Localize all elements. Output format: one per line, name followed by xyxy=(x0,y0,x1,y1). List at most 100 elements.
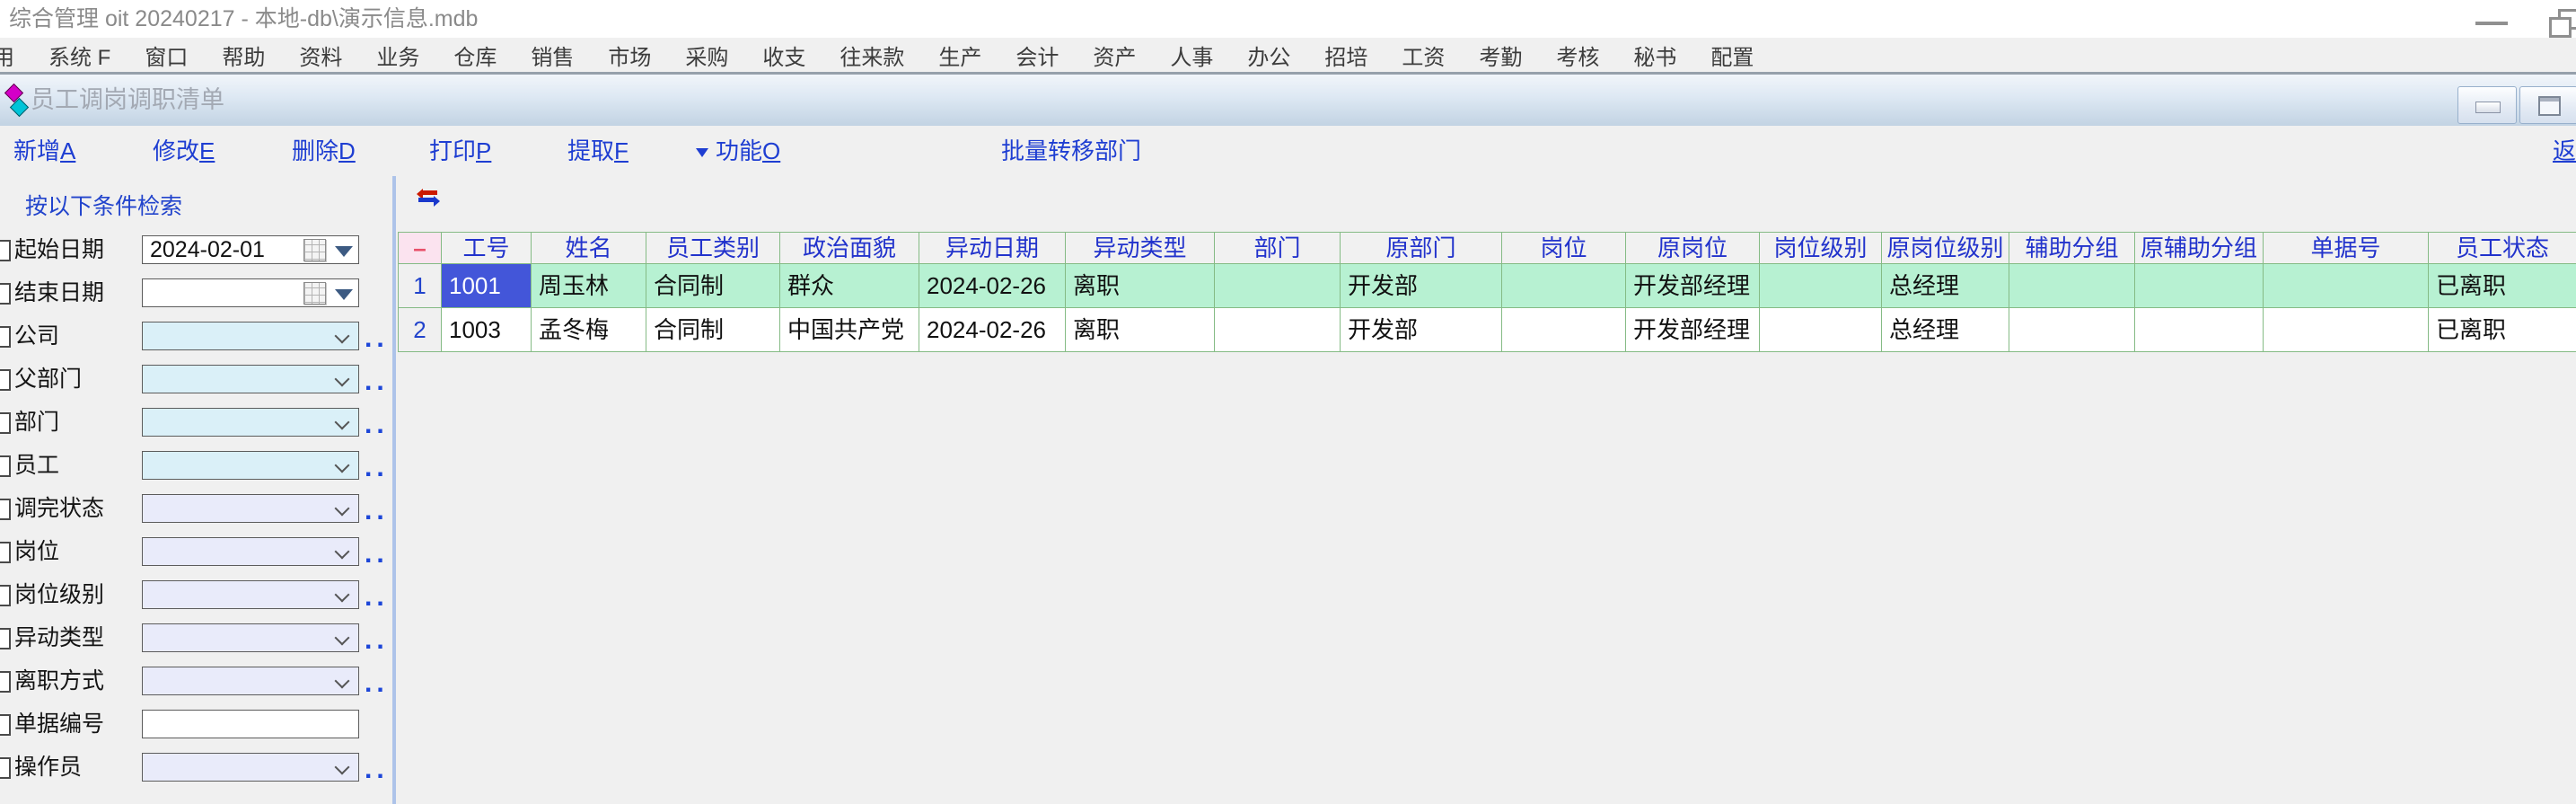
filter-checkbox[interactable] xyxy=(0,542,11,563)
menu-item-10[interactable]: 采购 xyxy=(668,40,745,71)
more-options-button[interactable]: .. xyxy=(365,496,389,526)
combo-select[interactable] xyxy=(142,365,359,393)
panel-splitter[interactable] xyxy=(392,176,396,804)
table-row[interactable]: 11001周玉林合同制群众2024-02-26离职开发部开发部经理总经理已离职 xyxy=(399,264,2576,308)
table-cell[interactable]: 1003 xyxy=(442,308,532,352)
minimize-icon[interactable] xyxy=(2475,22,2508,25)
grid-header-cell[interactable]: – xyxy=(399,233,442,264)
grid-header-cell[interactable]: 员工类别 xyxy=(646,233,780,264)
return-button[interactable]: 返 xyxy=(2553,126,2576,176)
grid-header-cell[interactable]: 单据号 xyxy=(2264,233,2429,264)
calendar-icon[interactable] xyxy=(303,282,326,305)
filter-checkbox[interactable] xyxy=(0,714,11,736)
table-cell[interactable]: 中国共产党 xyxy=(780,308,919,352)
menu-item-22[interactable]: 秘书 xyxy=(1616,40,1693,71)
table-cell[interactable]: 孟冬梅 xyxy=(532,308,646,352)
toolbar-button-f[interactable]: 提取F xyxy=(567,126,629,176)
menu-item-13[interactable]: 生产 xyxy=(921,40,998,71)
table-cell[interactable] xyxy=(1760,308,1882,352)
restore-icon[interactable] xyxy=(2549,17,2572,38)
combo-select[interactable] xyxy=(142,623,359,652)
table-row[interactable]: 21003孟冬梅合同制中国共产党2024-02-26离职开发部开发部经理总经理已… xyxy=(399,308,2576,352)
menu-item-17[interactable]: 办公 xyxy=(1230,40,1307,71)
toolbar-button-p[interactable]: 打印P xyxy=(429,126,491,176)
chevron-down-icon[interactable] xyxy=(335,415,350,430)
date-input[interactable] xyxy=(142,278,359,307)
table-cell[interactable] xyxy=(2135,308,2264,352)
grid-header-cell[interactable]: 员工状态 xyxy=(2429,233,2576,264)
table-cell[interactable]: 开发部经理 xyxy=(1626,264,1760,308)
more-options-button[interactable]: .. xyxy=(365,539,389,570)
menu-item-21[interactable]: 考核 xyxy=(1539,40,1616,71)
date-dropdown-icon[interactable] xyxy=(335,246,353,257)
menu-item-5[interactable]: 资料 xyxy=(282,40,359,71)
table-cell[interactable]: 总经理 xyxy=(1882,264,2009,308)
filter-checkbox[interactable] xyxy=(0,326,11,348)
more-options-button[interactable]: .. xyxy=(365,582,389,613)
grid-header-cell[interactable]: 原辅助分组 xyxy=(2135,233,2264,264)
filter-checkbox[interactable] xyxy=(0,499,11,520)
date-input[interactable]: 2024-02-01 xyxy=(142,235,359,264)
table-cell[interactable]: 离职 xyxy=(1066,308,1215,352)
toolbar-button-e[interactable]: 修改E xyxy=(153,126,215,176)
table-cell[interactable]: 1001 xyxy=(442,264,532,308)
combo-select[interactable] xyxy=(142,667,359,695)
menu-item-18[interactable]: 招培 xyxy=(1307,40,1385,71)
grid-header-cell[interactable]: 岗位 xyxy=(1502,233,1626,264)
grid-header-cell[interactable]: 工号 xyxy=(442,233,532,264)
table-cell[interactable]: 合同制 xyxy=(646,264,780,308)
more-options-button[interactable]: .. xyxy=(365,625,389,656)
table-cell[interactable]: 已离职 xyxy=(2429,308,2576,352)
menu-item-6[interactable]: 业务 xyxy=(359,40,436,71)
table-cell[interactable]: 2024-02-26 xyxy=(919,308,1066,352)
chevron-down-icon[interactable] xyxy=(335,501,350,517)
more-options-button[interactable]: .. xyxy=(365,755,389,785)
grid-header-cell[interactable]: 岗位级别 xyxy=(1760,233,1882,264)
menu-item-7[interactable]: 仓库 xyxy=(436,40,514,71)
menu-item-19[interactable]: 工资 xyxy=(1385,40,1462,71)
date-dropdown-icon[interactable] xyxy=(335,289,353,300)
menu-item-4[interactable]: 帮助 xyxy=(205,40,282,71)
grid-header-cell[interactable]: 原岗位 xyxy=(1626,233,1760,264)
chevron-down-icon[interactable] xyxy=(335,458,350,473)
calendar-icon[interactable] xyxy=(303,239,326,261)
chevron-down-icon[interactable] xyxy=(335,372,350,387)
filter-checkbox[interactable] xyxy=(0,757,11,779)
text-input[interactable] xyxy=(142,710,359,738)
subwindow-maximize-button[interactable] xyxy=(2519,86,2576,124)
table-cell[interactable]: 合同制 xyxy=(646,308,780,352)
menu-item-14[interactable]: 会计 xyxy=(998,40,1076,71)
table-cell[interactable] xyxy=(2264,308,2429,352)
more-options-button[interactable]: .. xyxy=(365,453,389,483)
toolbar-button-a[interactable]: 新增A xyxy=(13,126,75,176)
filter-checkbox[interactable] xyxy=(0,671,11,693)
toolbar-button-o[interactable]: 功能O xyxy=(696,126,780,176)
more-options-button[interactable]: .. xyxy=(365,668,389,699)
more-options-button[interactable]: .. xyxy=(365,367,389,397)
combo-select[interactable] xyxy=(142,408,359,437)
combo-select[interactable] xyxy=(142,451,359,480)
filter-checkbox[interactable] xyxy=(0,628,11,649)
filter-checkbox[interactable] xyxy=(0,455,11,477)
table-cell[interactable] xyxy=(1502,264,1626,308)
table-cell[interactable] xyxy=(2264,264,2429,308)
table-cell[interactable] xyxy=(2009,308,2135,352)
table-cell[interactable]: 总经理 xyxy=(1882,308,2009,352)
grid-header-cell[interactable]: 异动类型 xyxy=(1066,233,1215,264)
menu-item-2[interactable]: 系统 F xyxy=(31,40,127,71)
batch-transfer-button[interactable]: 批量转移部门 xyxy=(1001,126,1141,176)
filter-checkbox[interactable] xyxy=(0,283,11,305)
menu-item-3[interactable]: 窗口 xyxy=(127,40,205,71)
combo-select[interactable] xyxy=(142,753,359,782)
menu-item-1[interactable]: 用 xyxy=(0,40,31,71)
table-cell[interactable]: 开发部 xyxy=(1341,264,1502,308)
filter-checkbox[interactable] xyxy=(0,585,11,606)
chevron-down-icon[interactable] xyxy=(335,674,350,689)
combo-select[interactable] xyxy=(142,322,359,350)
table-cell[interactable] xyxy=(2135,264,2264,308)
table-cell[interactable] xyxy=(1502,308,1626,352)
row-number-cell[interactable]: 2 xyxy=(399,308,442,352)
menu-item-15[interactable]: 资产 xyxy=(1076,40,1153,71)
table-cell[interactable] xyxy=(1215,264,1341,308)
row-number-cell[interactable]: 1 xyxy=(399,264,442,308)
